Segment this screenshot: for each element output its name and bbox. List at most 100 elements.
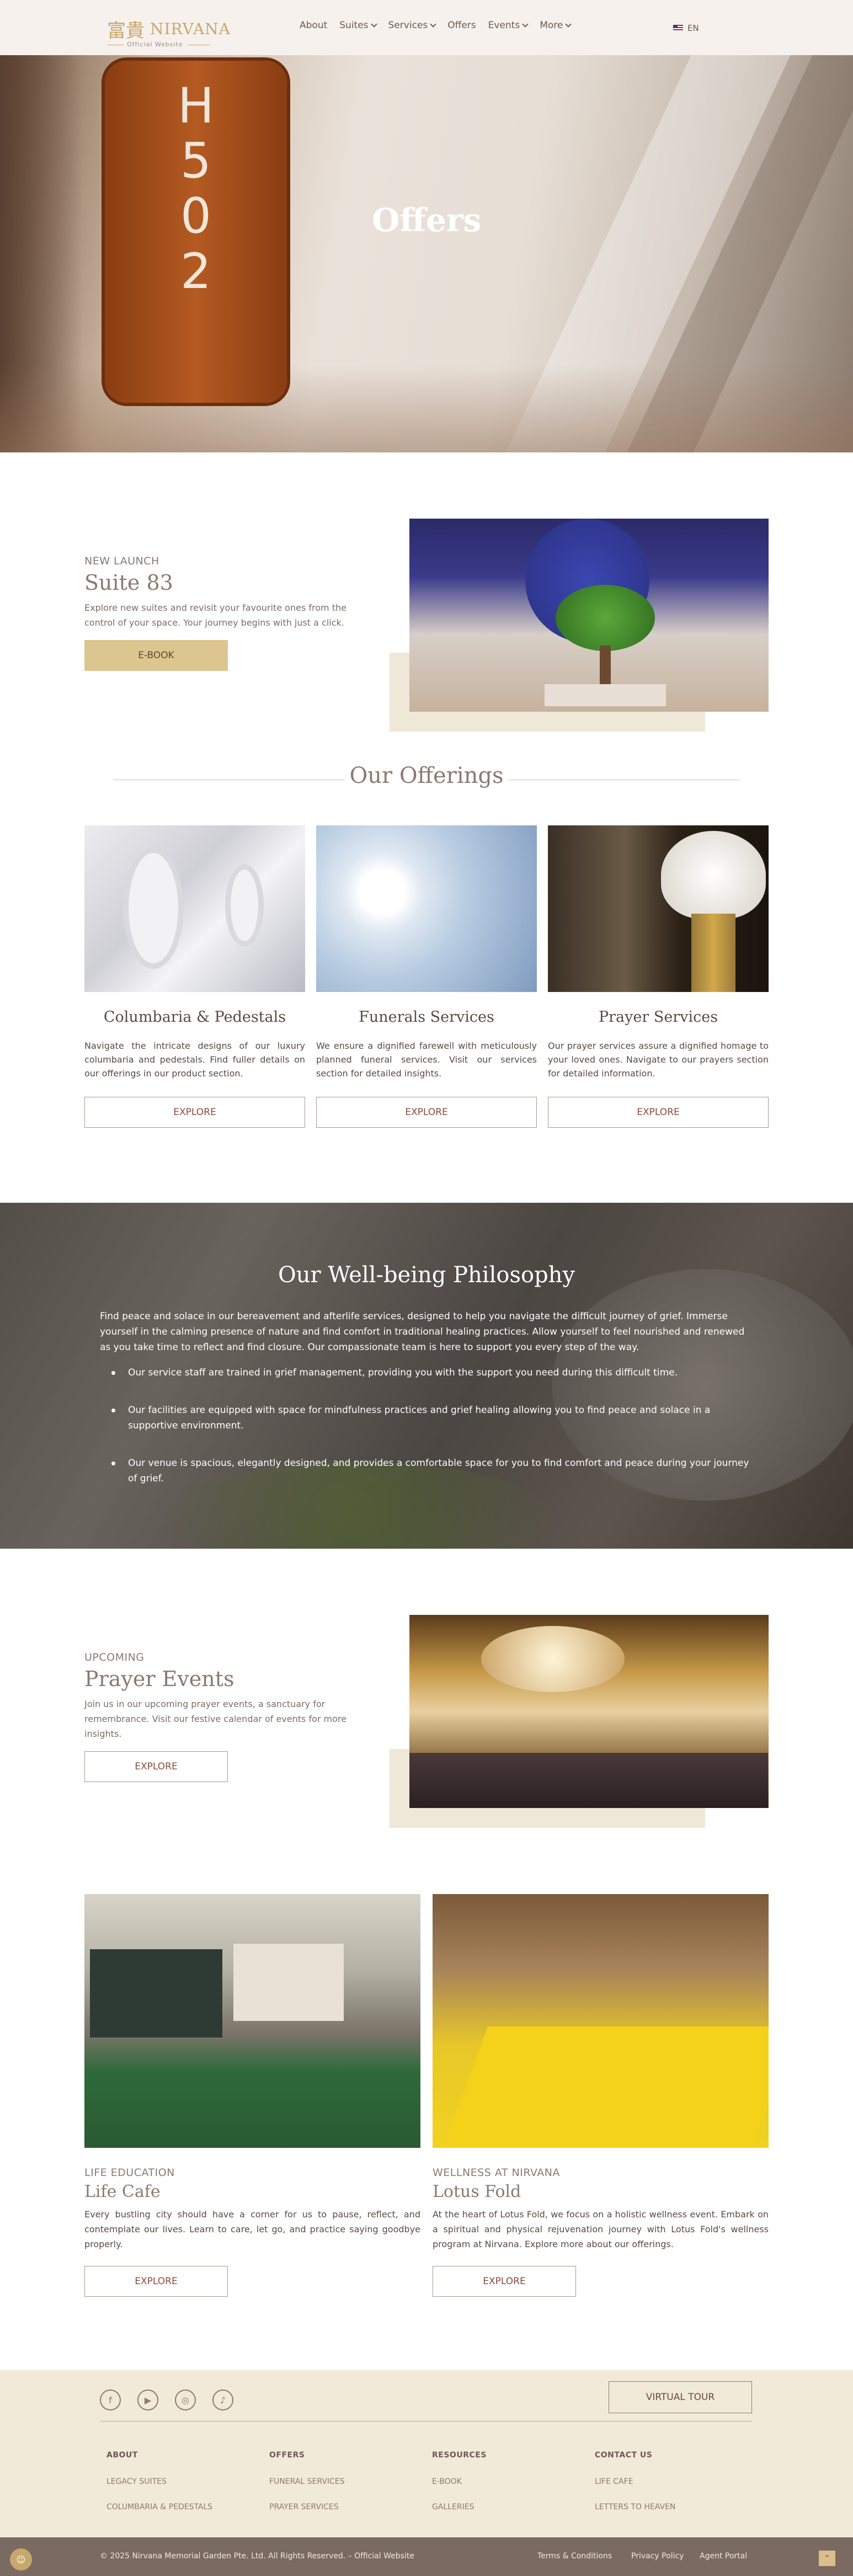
presentation-screen bbox=[233, 1944, 344, 2021]
list-item-text: Our venue is spacious, elegantly designe… bbox=[128, 1458, 749, 1484]
card-title: Prayer Services bbox=[598, 1009, 718, 1026]
life-cafe-card: LIFE EDUCATION Life Cafe Every bustling … bbox=[84, 1894, 420, 2297]
niche-disc bbox=[225, 864, 264, 947]
nav-events[interactable]: Events bbox=[488, 20, 529, 31]
nav-about-label: About bbox=[300, 20, 328, 31]
explore-columbaria-button[interactable]: EXPLORE bbox=[84, 1097, 305, 1128]
prayer-services-image bbox=[548, 825, 769, 992]
facebook-icon[interactable]: f bbox=[100, 2390, 121, 2410]
chevron-down-icon bbox=[370, 20, 377, 28]
footer-heading: OFFERS bbox=[269, 2451, 305, 2460]
explore-prayer-events-button[interactable]: EXPLORE bbox=[84, 1751, 228, 1782]
card-title: Columbaria & Pedestals bbox=[103, 1009, 286, 1026]
suite-pedestal bbox=[545, 684, 666, 706]
new-launch-text: Explore new suites and revisit your favo… bbox=[84, 602, 346, 628]
footer-link[interactable]: LIFE CAFE bbox=[595, 2477, 675, 2486]
life-cafe-image bbox=[84, 1894, 420, 2148]
new-launch-title: Suite 83 bbox=[84, 570, 173, 595]
philosophy-list: Our service staff are trained in grief m… bbox=[111, 1365, 751, 1508]
explore-lotus-fold-button[interactable]: EXPLORE bbox=[433, 2266, 576, 2297]
logo-chinese-text: 富貴 bbox=[107, 20, 145, 42]
instagram-icon[interactable]: ◎ bbox=[175, 2390, 196, 2410]
lotus-fold-image bbox=[433, 1894, 769, 2148]
philosophy-intro: Find peace and solace in our bereavement… bbox=[100, 1311, 745, 1353]
footer-column-contact: CONTACT US LIFE CAFE LETTERS TO HEAVEN bbox=[595, 2451, 675, 2511]
chevron-down-icon bbox=[522, 20, 529, 28]
philosophy-title: Our Well-being Philosophy bbox=[278, 1262, 575, 1288]
back-to-top-icon[interactable]: ⌃ bbox=[819, 2551, 835, 2566]
youtube-icon[interactable]: ▶ bbox=[137, 2390, 158, 2410]
nav-offers-label: Offers bbox=[447, 20, 476, 31]
prayer-events-text: Join us in our upcoming prayer events, a… bbox=[84, 1699, 346, 1739]
nav-offers[interactable]: Offers bbox=[447, 20, 476, 31]
explore-funerals-button[interactable]: EXPLORE bbox=[316, 1097, 537, 1128]
footer-link[interactable]: E-BOOK bbox=[432, 2477, 487, 2486]
site-logo[interactable]: 富貴 NIRVANA Official Website bbox=[105, 8, 230, 49]
offering-card-prayer: Prayer Services Our prayer services assu… bbox=[548, 825, 769, 1128]
language-switcher[interactable]: EN bbox=[673, 23, 699, 33]
logo-english-text: NIRVANA bbox=[150, 20, 231, 38]
prayer-events-section: UPCOMING Prayer Events Join us in our up… bbox=[84, 1651, 769, 1782]
privacy-link[interactable]: Privacy Policy bbox=[631, 2552, 684, 2561]
footer-link[interactable]: PRAYER SERVICES bbox=[269, 2503, 345, 2511]
bottom-bar: ☺ © 2025 Nirvana Memorial Garden Pte. Lt… bbox=[0, 2537, 853, 2576]
page-title: Offers bbox=[371, 201, 482, 239]
nav-services[interactable]: Services bbox=[388, 20, 436, 31]
explore-life-cafe-button[interactable]: EXPLORE bbox=[84, 2266, 228, 2297]
ebook-button[interactable]: E-BOOK bbox=[84, 640, 228, 671]
new-launch-section: NEW LAUNCH Suite 83 Explore new suites a… bbox=[84, 555, 769, 671]
lotus-fold-card: WELLNESS AT NIRVANA Lotus Fold At the he… bbox=[433, 1894, 769, 2297]
card-text: Navigate the intricate designs of our lu… bbox=[84, 1041, 305, 1079]
main-nav: About Suites Services Offers Events More bbox=[300, 20, 583, 31]
funerals-image bbox=[316, 825, 537, 992]
workshop-table bbox=[443, 2026, 769, 2148]
prayer-events-kicker: UPCOMING bbox=[84, 1651, 145, 1663]
lamp-stand bbox=[691, 914, 735, 992]
list-item: Our facilities are equipped with space f… bbox=[111, 1402, 751, 1433]
list-item-text: Our service staff are trained in grief m… bbox=[128, 1367, 678, 1378]
offerings-header: Our Offerings bbox=[113, 763, 740, 796]
plaque-char: H bbox=[177, 77, 215, 134]
life-cafe-title: Life Cafe bbox=[84, 2182, 161, 2201]
nav-suites[interactable]: Suites bbox=[339, 20, 377, 31]
philosophy-section: Our Well-being Philosophy Find peace and… bbox=[0, 1203, 853, 1549]
footer-link[interactable]: LEGACY SUITES bbox=[106, 2477, 212, 2486]
chalkboard bbox=[90, 1949, 222, 2038]
footer-heading: ABOUT bbox=[106, 2451, 138, 2460]
accessibility-icon[interactable]: ☺ bbox=[10, 2548, 32, 2570]
nav-about[interactable]: About bbox=[300, 20, 327, 31]
nav-events-label: Events bbox=[488, 20, 520, 31]
plaque-char: 5 bbox=[180, 132, 211, 189]
lotus-fold-text: At the heart of Lotus Fold, we focus on … bbox=[433, 2209, 769, 2249]
terms-link[interactable]: Terms & Conditions bbox=[537, 2552, 612, 2561]
list-item-text: Our facilities are equipped with space f… bbox=[128, 1405, 711, 1431]
us-flag-icon bbox=[673, 25, 683, 31]
nav-more[interactable]: More bbox=[540, 20, 572, 31]
site-header: 富貴 NIRVANA Official Website About Suites… bbox=[0, 0, 853, 55]
life-cafe-kicker: LIFE EDUCATION bbox=[84, 2167, 175, 2179]
footer-link[interactable]: FUNERAL SERVICES bbox=[269, 2477, 345, 2486]
tiktok-icon[interactable]: ♪ bbox=[212, 2390, 233, 2410]
virtual-tour-button[interactable]: VIRTUAL TOUR bbox=[609, 2381, 752, 2413]
offering-card-columbaria: Columbaria & Pedestals Navigate the intr… bbox=[84, 825, 305, 1128]
offering-card-funerals: Funerals Services We ensure a dignified … bbox=[316, 825, 537, 1128]
prayer-events-title: Prayer Events bbox=[84, 1667, 234, 1691]
footer-link[interactable]: GALLERIES bbox=[432, 2503, 487, 2511]
offerings-title: Our Offerings bbox=[349, 763, 504, 788]
lotus-lamp bbox=[661, 831, 766, 919]
niche-disc bbox=[123, 847, 184, 969]
bullet-icon bbox=[111, 1462, 115, 1465]
footer-link[interactable]: COLUMBARIA & PEDESTALS bbox=[106, 2503, 212, 2511]
footer-link[interactable]: LETTERS TO HEAVEN bbox=[595, 2503, 675, 2511]
agent-portal-link[interactable]: Agent Portal bbox=[700, 2552, 747, 2561]
nav-services-label: Services bbox=[388, 20, 428, 31]
site-footer: f ▶ ◎ ♪ VIRTUAL TOUR ABOUT LEGACY SUITES… bbox=[0, 2370, 853, 2537]
chevron-down-icon bbox=[565, 20, 572, 28]
bullet-icon bbox=[111, 1409, 115, 1412]
explore-prayer-button[interactable]: EXPLORE bbox=[548, 1097, 769, 1128]
list-item: Our service staff are trained in grief m… bbox=[111, 1365, 751, 1380]
nav-more-label: More bbox=[540, 20, 563, 31]
footer-heading: RESOURCES bbox=[432, 2451, 487, 2460]
footer-column-about: ABOUT LEGACY SUITES COLUMBARIA & PEDESTA… bbox=[106, 2451, 212, 2511]
card-text: We ensure a dignified farewell with meti… bbox=[316, 1041, 537, 1079]
